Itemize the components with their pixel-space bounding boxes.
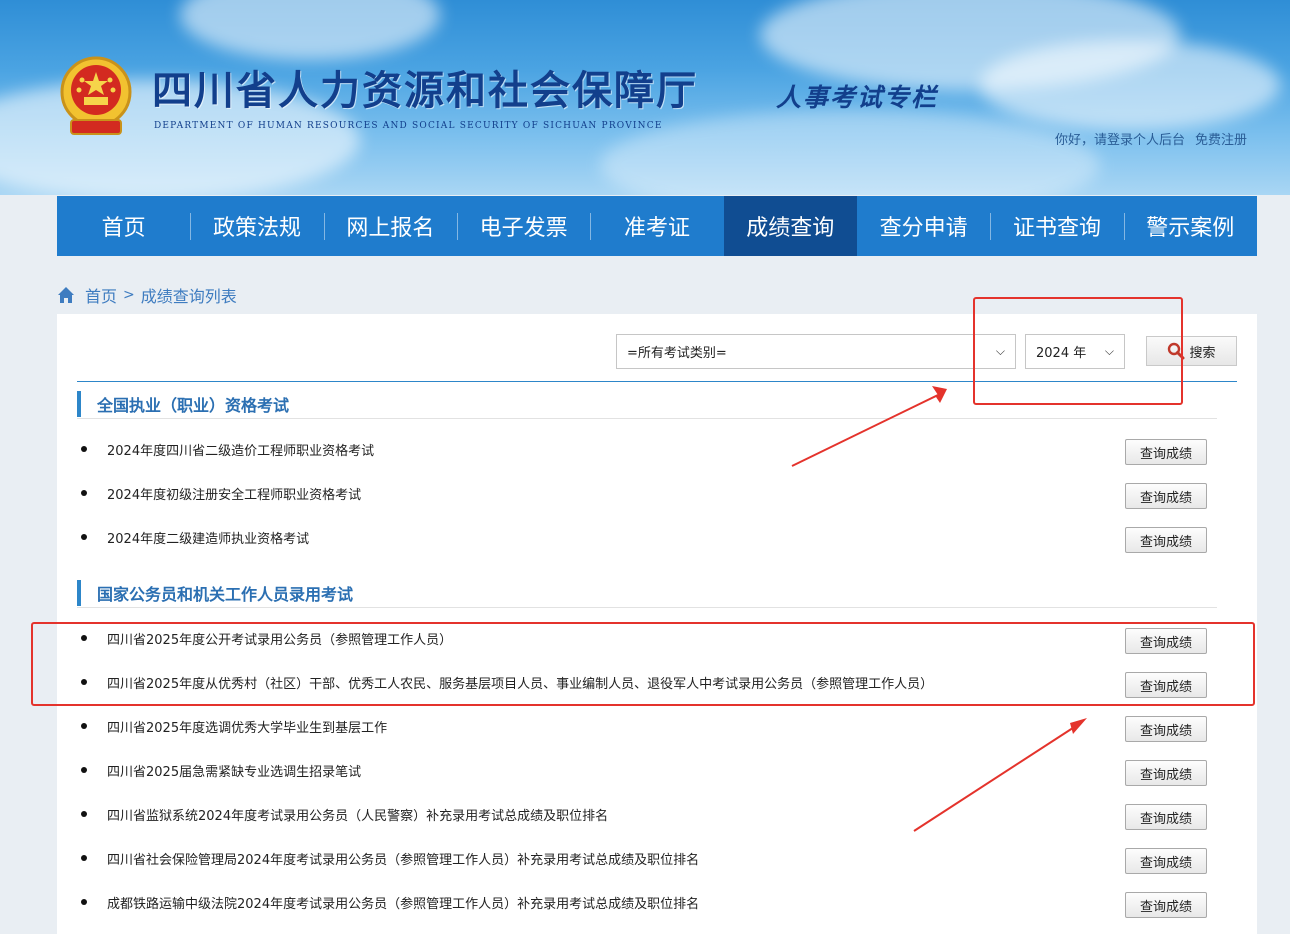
query-score-button[interactable]: 查询成绩 — [1125, 483, 1207, 509]
bullet — [81, 534, 87, 540]
cloud-decoration — [980, 40, 1280, 130]
bullet — [81, 723, 87, 729]
query-score-button[interactable]: 查询成绩 — [1125, 760, 1207, 786]
bullet — [81, 899, 87, 905]
exam-title[interactable]: 四川省2025届急需紧缺专业选调生招录笔试 — [107, 761, 1207, 780]
user-bar: 你好，请登录个人后台 免费注册 — [1055, 129, 1247, 148]
cloud-decoration — [180, 0, 440, 60]
cloud-decoration — [600, 110, 1100, 195]
annotation-highlight-box — [973, 297, 1183, 405]
list-item: 四川省2025届急需紧缺专业选调生招录笔试 — [77, 756, 1207, 784]
bullet — [81, 855, 87, 861]
login-link[interactable]: 你好，请登录个人后台 — [1055, 133, 1185, 148]
nav-item-score-review[interactable]: 查分申请 — [857, 196, 990, 256]
nav-item-policy[interactable]: 政策法规 — [190, 196, 323, 256]
nav-item-home[interactable]: 首页 — [57, 196, 190, 256]
query-score-button[interactable]: 查询成绩 — [1125, 716, 1207, 742]
nav-item-warning-cases[interactable]: 警示案例 — [1123, 196, 1257, 256]
nav-item-certificate-query[interactable]: 证书查询 — [990, 196, 1123, 256]
list-item: 2024年度四川省二级造价工程师职业资格考试 — [77, 435, 1207, 463]
query-score-button[interactable]: 查询成绩 — [1125, 439, 1207, 465]
register-link[interactable]: 免费注册 — [1195, 133, 1247, 148]
nav-item-online-registration[interactable]: 网上报名 — [323, 196, 457, 256]
exam-title[interactable]: 四川省2025年度选调优秀大学毕业生到基层工作 — [107, 717, 1207, 736]
query-score-button[interactable]: 查询成绩 — [1125, 804, 1207, 830]
nav-item-admission-ticket[interactable]: 准考证 — [590, 196, 723, 256]
list-item: 四川省监狱系统2024年度考试录用公务员（人民警察）补充录用考试总成绩及职位排名 — [77, 800, 1207, 828]
column-subtitle: 人事考试专栏 — [776, 83, 939, 112]
exam-title[interactable]: 2024年度初级注册安全工程师职业资格考试 — [107, 484, 1207, 503]
main-nav: 首页 政策法规 网上报名 电子发票 准考证 成绩查询 查分申请 证书查询 警示案… — [57, 196, 1257, 256]
list-item: 2024年度二级建造师执业资格考试 — [77, 523, 1207, 551]
query-score-button[interactable]: 查询成绩 — [1125, 892, 1207, 918]
home-icon — [58, 287, 74, 303]
list-item: 四川省社会保险管理局2024年度考试录用公务员（参照管理工作人员）补充录用考试总… — [77, 844, 1207, 872]
national-emblem-icon — [60, 56, 132, 135]
section-title: 国家公务员和机关工作人员录用考试 — [77, 580, 353, 606]
divider — [77, 607, 1217, 608]
bullet — [81, 811, 87, 817]
exam-title[interactable]: 四川省监狱系统2024年度考试录用公务员（人民警察）补充录用考试总成绩及职位排名 — [107, 805, 1207, 824]
nav-item-e-invoice[interactable]: 电子发票 — [456, 196, 590, 256]
breadcrumb-home-link[interactable]: 首页 — [85, 283, 117, 307]
list-item: 四川省2025年度选调优秀大学毕业生到基层工作 — [77, 712, 1207, 740]
breadcrumb: 首页 > 成绩查询列表 — [57, 283, 237, 307]
breadcrumb-separator: > — [123, 287, 135, 303]
exam-category-value: =所有考试类别= — [627, 346, 727, 361]
exam-title[interactable]: 成都铁路运输中级法院2024年度考试录用公务员（参照管理工作人员）补充录用考试总… — [107, 893, 1207, 912]
site-header: 四川省人力资源和社会保障厅 DEPARTMENT OF HUMAN RESOUR… — [0, 0, 1290, 195]
bullet — [81, 446, 87, 452]
annotation-highlight-box — [31, 622, 1255, 706]
exam-title[interactable]: 2024年度四川省二级造价工程师职业资格考试 — [107, 440, 1207, 459]
list-item: 成都铁路运输中级法院2024年度考试录用公务员（参照管理工作人员）补充录用考试总… — [77, 888, 1207, 916]
exam-category-select[interactable]: =所有考试类别= ⌵ — [616, 334, 1016, 369]
exam-title[interactable]: 四川省社会保险管理局2024年度考试录用公务员（参照管理工作人员）补充录用考试总… — [107, 849, 1207, 868]
bullet — [81, 767, 87, 773]
divider — [77, 418, 1217, 419]
bullet — [81, 490, 87, 496]
breadcrumb-current: 成绩查询列表 — [140, 287, 237, 306]
site-title-english: DEPARTMENT OF HUMAN RESOURCES AND SOCIAL… — [154, 121, 663, 131]
query-score-button[interactable]: 查询成绩 — [1125, 848, 1207, 874]
nav-item-score-query[interactable]: 成绩查询 — [723, 196, 857, 256]
list-item: 2024年度初级注册安全工程师职业资格考试 — [77, 479, 1207, 507]
search-button-label: 搜索 — [1189, 345, 1216, 361]
exam-title[interactable]: 2024年度二级建造师执业资格考试 — [107, 528, 1207, 547]
query-score-button[interactable]: 查询成绩 — [1125, 527, 1207, 553]
section-title: 全国执业（职业）资格考试 — [77, 391, 289, 417]
site-title: 四川省人力资源和社会保障厅 — [152, 67, 698, 114]
